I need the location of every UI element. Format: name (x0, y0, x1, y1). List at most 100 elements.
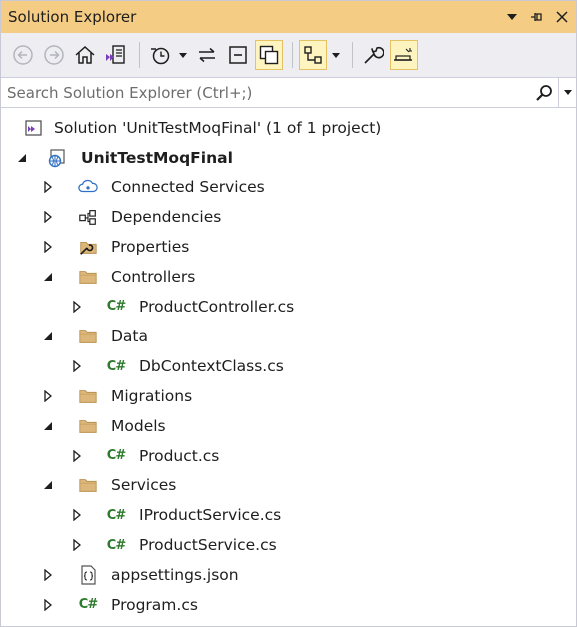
collapse-all-button[interactable] (224, 40, 252, 70)
tree-item-dependencies[interactable]: Dependencies (1, 202, 576, 232)
show-all-files-button[interactable] (255, 40, 283, 70)
dropdown-arrow-icon (507, 14, 517, 20)
auto-hide-button[interactable] (526, 6, 548, 28)
collapse-arrow-icon[interactable] (41, 478, 55, 492)
tree-item-solution[interactable]: Solution 'UnitTestMoqFinal' (1 of 1 proj… (1, 113, 576, 143)
collapse-arrow-icon[interactable] (41, 419, 55, 433)
search-button[interactable] (528, 78, 558, 107)
folder-icon (78, 326, 98, 346)
expand-arrow-icon[interactable] (41, 180, 55, 194)
tree-item-product[interactable]: C# Product.cs (1, 441, 576, 471)
expand-arrow-icon[interactable] (41, 389, 55, 403)
preview-selected-items-button[interactable] (390, 40, 418, 70)
search-options-dropdown[interactable] (558, 78, 576, 107)
title-bar[interactable]: Solution Explorer (1, 1, 576, 33)
toolbar-separator (352, 42, 353, 68)
view-dropdown[interactable] (330, 52, 342, 58)
home-button[interactable] (71, 40, 99, 70)
collapse-arrow-icon[interactable] (41, 270, 55, 284)
tree-item-product-service[interactable]: C# ProductService.cs (1, 530, 576, 560)
json-file-icon (78, 565, 98, 585)
tree-item-migrations[interactable]: Migrations (1, 381, 576, 411)
tree-item-label: Models (111, 416, 166, 435)
folder-icon (78, 267, 98, 287)
show-all-files-icon (259, 45, 279, 65)
dropdown-arrow-icon (563, 90, 572, 95)
back-arrow-icon (13, 45, 33, 65)
tree-item-program[interactable]: C# Program.cs (1, 590, 576, 620)
tree-item-models[interactable]: Models (1, 411, 576, 441)
folder-icon (78, 416, 98, 436)
tree-item-label: Dependencies (111, 208, 222, 227)
collapse-arrow-icon[interactable] (41, 329, 55, 343)
expand-arrow-icon[interactable] (41, 210, 55, 224)
window-menu-button[interactable] (501, 6, 523, 28)
csharp-file-icon: C# (106, 299, 126, 315)
clock-icon (151, 47, 170, 65)
expand-arrow-icon[interactable] (70, 508, 84, 522)
dropdown-arrow-icon (332, 52, 340, 58)
close-icon (556, 11, 568, 23)
tree-item-label: ProductService.cs (139, 536, 277, 555)
tree-item-label: Product.cs (139, 446, 220, 465)
tree-item-label: Properties (111, 238, 190, 257)
sync-with-active-document-button[interactable] (193, 40, 221, 70)
search-input[interactable] (1, 83, 528, 102)
switch-views-icon (106, 45, 125, 64)
close-button[interactable] (551, 6, 573, 28)
expand-arrow-icon[interactable] (70, 449, 84, 463)
tree-item-label: IProductService.cs (139, 506, 282, 525)
tree-item-connected-services[interactable]: Connected Services (1, 173, 576, 203)
folder-icon (78, 475, 98, 495)
expand-arrow-icon[interactable] (70, 538, 84, 552)
back-button[interactable] (9, 40, 37, 70)
view-class-diagram-button[interactable] (299, 40, 327, 70)
expand-arrow-icon[interactable] (41, 240, 55, 254)
csharp-file-icon: C# (106, 358, 126, 374)
sync-icon (199, 47, 215, 63)
tree-item-product-controller[interactable]: C# ProductController.cs (1, 292, 576, 322)
tree-item-appsettings[interactable]: appsettings.json (1, 560, 576, 590)
expand-arrow-icon[interactable] (70, 300, 84, 314)
tree-item-label: DbContextClass.cs (139, 357, 284, 376)
tree-item-properties[interactable]: Properties (1, 232, 576, 262)
properties-folder-icon (78, 237, 98, 257)
tree-item-db-context-class[interactable]: C# DbContextClass.cs (1, 351, 576, 381)
expand-arrow-icon[interactable] (41, 568, 55, 582)
tree-item-label: Migrations (111, 387, 193, 406)
toolbar-separator (292, 42, 293, 68)
switch-views-button[interactable] (102, 40, 130, 70)
expand-arrow-icon[interactable] (41, 598, 55, 612)
tree-item-controllers[interactable]: Controllers (1, 262, 576, 292)
collapse-arrow-icon[interactable] (15, 151, 29, 165)
collapse-all-icon (229, 46, 247, 64)
connected-services-icon (78, 177, 98, 197)
pending-changes-dropdown[interactable] (177, 52, 189, 58)
toolbar (1, 33, 576, 77)
tree-item-data[interactable]: Data (1, 322, 576, 352)
web-project-icon (47, 148, 67, 168)
tree-item-services[interactable]: Services (1, 471, 576, 501)
tree-item-label: appsettings.json (111, 565, 239, 584)
dependencies-icon (78, 207, 98, 227)
properties-button[interactable] (359, 40, 387, 70)
wrench-icon (364, 46, 384, 64)
folder-icon (78, 386, 98, 406)
tree-item-label: Services (111, 476, 177, 495)
pending-changes-filter-button[interactable] (146, 40, 174, 70)
search-box (1, 77, 576, 108)
search-icon (535, 84, 552, 101)
class-diagram-icon (304, 46, 322, 64)
forward-button[interactable] (40, 40, 68, 70)
solution-explorer-window: Solution Explorer Search Solution Explor… (0, 0, 577, 627)
csharp-file-icon: C# (106, 507, 126, 523)
dropdown-arrow-icon (179, 52, 187, 58)
tree-item-label: Solution 'UnitTestMoqFinal' (1 of 1 proj… (54, 118, 382, 137)
window-title: Solution Explorer (8, 8, 137, 26)
csharp-file-icon: C# (106, 537, 126, 553)
pin-icon (531, 13, 542, 21)
expand-arrow-icon[interactable] (70, 359, 84, 373)
tree-item-project[interactable]: UnitTestMoqFinal (1, 143, 576, 173)
preview-icon (394, 48, 412, 61)
tree-item-iproduct-service[interactable]: C# IProductService.cs (1, 500, 576, 530)
